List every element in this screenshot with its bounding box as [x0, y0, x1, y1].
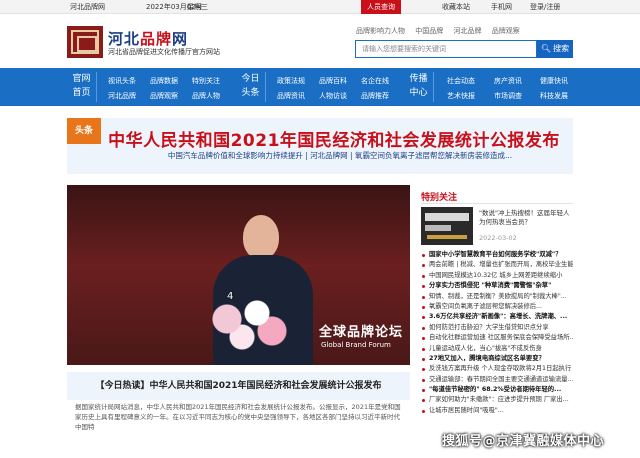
sidebar-news-item[interactable]: 厂家如何助力"未缴款"：应进步提升预期 厂家出...	[421, 395, 573, 405]
header-link-hebei-brand[interactable]: 河北品牌	[453, 27, 481, 35]
nav-special-focus[interactable]: 特别关注	[192, 76, 220, 86]
forum-caption-en: Global Brand Forum	[321, 341, 391, 349]
nav-brand-people[interactable]: 品牌人物	[192, 91, 220, 101]
nav-social[interactable]: 社会动态	[447, 76, 475, 86]
site-header: 河北品牌网 河北省品牌促进文化传播厅官方网站 品牌影响力人物 中国品牌 河北品牌…	[0, 14, 640, 68]
main-nav: 官网 首页 视讯头条 河北品牌 品牌数据 品牌观察 特别关注 品牌人物 今日 头条 …	[0, 68, 640, 106]
logo-emblem-icon[interactable]	[67, 26, 103, 58]
forum-caption: 全球品牌论坛	[319, 325, 404, 340]
sidebar-news-item[interactable]: 知情、制裁，还是制衡？美欧搅局的"制裁大棒"...	[421, 292, 573, 302]
nav-tech[interactable]: 科技发展	[540, 91, 568, 101]
search-button[interactable]: 🔍︎ 搜索	[537, 40, 573, 58]
site-logo-title[interactable]: 河北品牌网	[108, 28, 188, 49]
watermark: 搜狐号@京津冀融媒体中心	[442, 434, 605, 449]
sidebar-heading: 特别关注	[421, 193, 458, 203]
sidebar-news-item[interactable]: 儿童运动成人化，当心"拔高"不成反伤身	[421, 344, 573, 354]
nav-brand-observe[interactable]: 品牌观察	[150, 91, 178, 101]
sidebar-news-item[interactable]: 中国网民规模达10.32亿 城乡上网差距继续缩小	[421, 271, 573, 281]
nav-brand-wiki[interactable]: 品牌百科	[319, 76, 347, 86]
site-link[interactable]: 河北品牌网	[70, 0, 105, 14]
sidebar-news-item[interactable]: 国家中小学智慧教育平台如何服务学校"双减"？	[421, 250, 573, 260]
headline-tag: 头条	[67, 118, 101, 144]
weekday: 星期三	[187, 3, 208, 11]
site-logo-subtitle: 河北省品牌促进文化传播厅官方网站	[108, 48, 220, 56]
top-bar: 河北品牌网 2022年03月02号 星期三 人员查询 收藏本站 手机网 登录/注…	[0, 0, 640, 14]
feature-date: 2022-03-02	[479, 234, 517, 242]
nav-broadcast[interactable]: 传播 中心	[404, 72, 434, 102]
sidebar-news-item[interactable]: 3.6万亿共享经济"新画像"：高增长、洗牌潮、...	[421, 312, 573, 322]
nav-policy[interactable]: 政策法规	[277, 76, 305, 86]
sidebar-news-item[interactable]: 27地又加入，腾境电商综试区名单要变？	[421, 354, 573, 364]
favorite-link[interactable]: 收藏本站	[442, 0, 470, 14]
login-register-link[interactable]: 登录/注册	[530, 0, 560, 14]
sidebar-news-item[interactable]: 分享实力否惧侵犯 "种草消费"需警惕"杂草"	[421, 281, 573, 291]
nav-market[interactable]: 市场调查	[494, 91, 522, 101]
nav-health[interactable]: 健康快讯	[540, 76, 568, 86]
sidebar-news-item[interactable]: 氧霸空间负氧离子滤层帮您解决装修后...	[421, 302, 573, 312]
podium-number: 4	[227, 291, 234, 302]
sidebar-feature[interactable]: "数说"冲上热搜榜！这届年轻人为何热衷当会员？ 2022-03-02	[421, 205, 573, 247]
news-title[interactable]: 【今日热读】中华人民共和国2021年国民经济和社会发展统计公报发布	[67, 372, 410, 400]
nav-brand-data[interactable]: 品牌数据	[150, 76, 178, 86]
feature-thumbnail[interactable]	[421, 207, 473, 245]
nav-interviews[interactable]: 人物访谈	[319, 91, 347, 101]
nav-video-headline[interactable]: 视讯头条	[108, 76, 136, 86]
header-link-brand-observe[interactable]: 品牌观察	[492, 27, 520, 35]
nav-art[interactable]: 艺术快报	[447, 91, 475, 101]
news-description: 据国家统计局网站消息，中华人民共和国2021年国民经济和社会发展统计公报发布。公…	[75, 403, 401, 431]
nav-hebei-brand[interactable]: 河北品牌	[108, 91, 136, 101]
mobile-site-link[interactable]: 手机网	[491, 0, 512, 14]
sidebar-news-item[interactable]: "每道佳节秘密的" 68.2%受访者期待年轻的...	[421, 385, 573, 395]
sidebar-news-item[interactable]: 自动化社群运营加速 社区服务保底会保障受益场所...	[421, 333, 573, 343]
sidebar-news-item[interactable]: 反洗钱方案再升级 个人现金存取款将2月1日起执行	[421, 364, 573, 374]
feature-text[interactable]: "数说"冲上热搜榜！这届年轻人为何热衷当会员？	[479, 209, 573, 227]
header-link-influence[interactable]: 品牌影响力人物	[356, 27, 405, 35]
search-input[interactable]: 请输入您想要搜索的关键词	[355, 40, 537, 58]
sidebar-news-item[interactable]: 两会前瞻 | 税减、增量也扩张而开局，离校毕业生能...	[421, 260, 573, 270]
nav-brand-news[interactable]: 品牌资讯	[277, 91, 305, 101]
nav-companies[interactable]: 名企在线	[361, 76, 389, 86]
news-photo[interactable]: 4 全球品牌论坛 Global Brand Forum	[67, 185, 410, 365]
sidebar-news-item[interactable]: 让城市居民随时间"吸吸"...	[421, 406, 573, 416]
nav-realestate[interactable]: 房产资讯	[494, 76, 522, 86]
nav-recommend[interactable]: 品牌推荐	[361, 91, 389, 101]
sidebar-news-item[interactable]: 交通运输部：春节期间全国主要交通通道运输流量...	[421, 375, 573, 385]
header-link-china-brand[interactable]: 中国品牌	[415, 27, 443, 35]
sidebar-news-list: 国家中小学智慧教育平台如何服务学校"双减"？ 两会前瞻 | 税减、增量也扩张而开局…	[421, 250, 573, 416]
flower-decoration	[197, 295, 297, 355]
headline-title[interactable]: 中华人民共和国2021年国民经济和社会发展统计公报发布	[104, 126, 564, 151]
headline-subtitle[interactable]: 中国汽车品牌价值和全球影响力持续提升 | 河北品牌网 | 氧霸空间负氧离子滤层帮…	[120, 150, 560, 161]
search-icon: 🔍︎	[540, 44, 552, 53]
nav-home[interactable]: 官网 首页	[67, 72, 97, 102]
personnel-query-button[interactable]: 人员查询	[361, 0, 401, 14]
sidebar-news-item[interactable]: 如何防范打击胁迫？大学生借贷知识点分享	[421, 323, 573, 333]
header-links: 品牌影响力人物 中国品牌 河北品牌 品牌观察	[356, 26, 528, 36]
nav-today[interactable]: 今日 头条	[236, 72, 266, 102]
sidebar-divider	[421, 203, 573, 204]
